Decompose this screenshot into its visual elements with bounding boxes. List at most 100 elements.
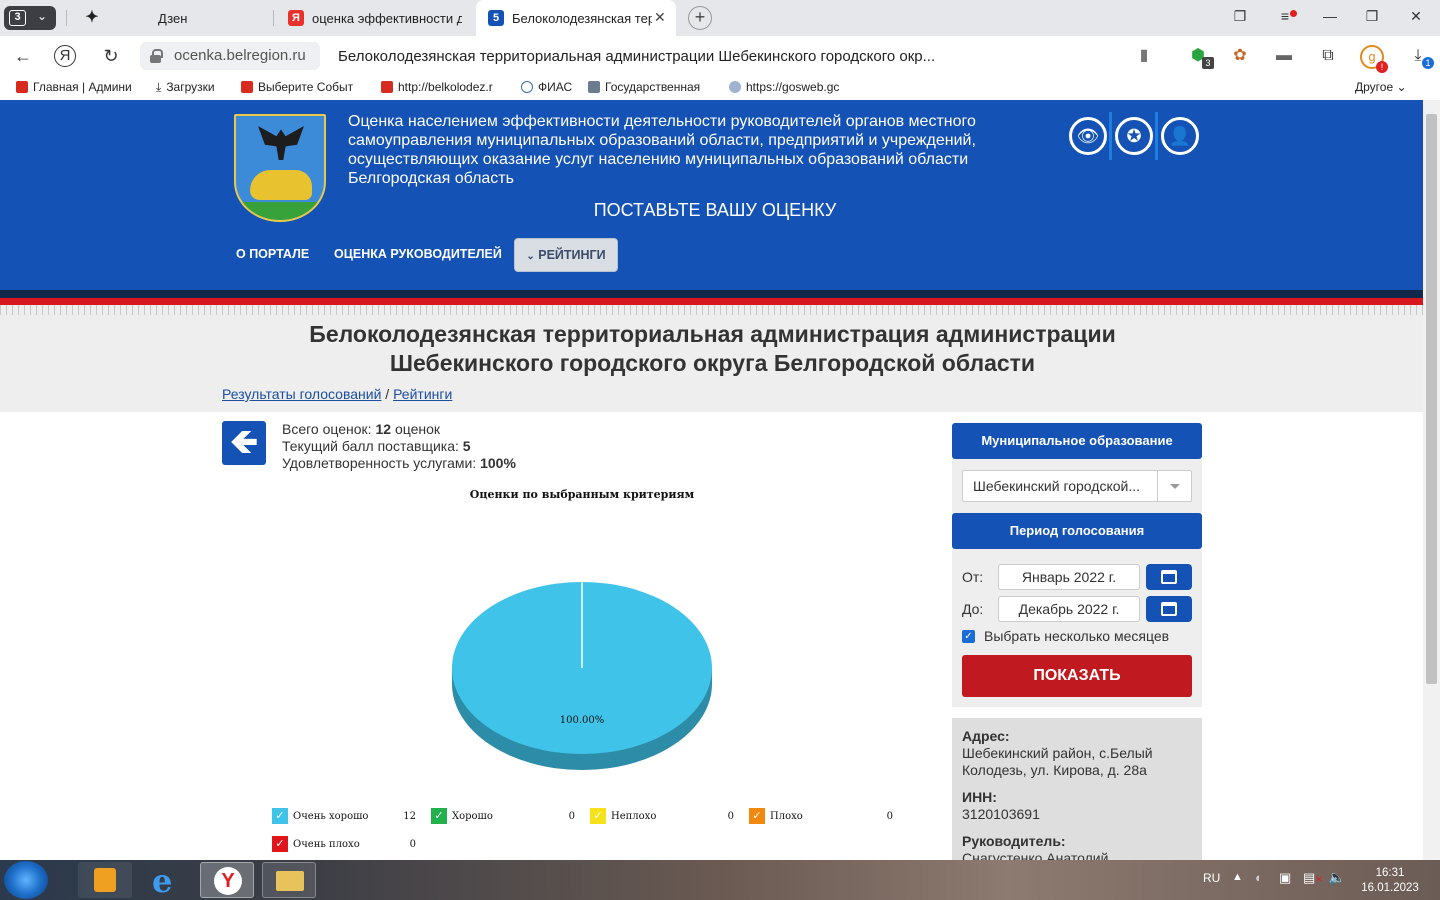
bookmark-item[interactable]: ФИАС [521, 80, 572, 94]
tab-ocenka-search[interactable]: Я оценка эффективности де [276, 0, 472, 36]
download-icon[interactable]: ⤓ 1 [1406, 45, 1434, 69]
bookmark-label: Государственная [605, 80, 701, 94]
download-badge: 1 [1422, 57, 1434, 69]
decorative-border [0, 305, 1423, 315]
media-player-icon[interactable] [78, 862, 132, 898]
yandex-icon: Я [288, 10, 304, 26]
lock-icon [150, 49, 163, 63]
legend-label: Плохо [770, 811, 803, 822]
menu-ratings[interactable]: ⌄ РЕЙТИНГИ [514, 238, 618, 272]
bookmark-item[interactable]: Главная | Админи [16, 80, 132, 94]
tab-belokolodez[interactable]: 5 Белоколодезянская тер ✕ [476, 0, 676, 36]
legend-checkbox-icon[interactable]: ✓ [272, 808, 288, 824]
windows-start-icon[interactable] [4, 861, 48, 899]
tab-title: оценка эффективности де [312, 11, 462, 26]
clock-date: 16.01.2023 [1361, 882, 1419, 894]
legend-item[interactable]: ✓ Очень плохо 0 [272, 836, 422, 854]
to-calendar-button[interactable] [1146, 596, 1192, 622]
legend-value: 0 [409, 839, 416, 850]
legend-checkbox-icon[interactable]: ✓ [272, 836, 288, 852]
menu-leaders[interactable]: ОЦЕНКА РУКОВОДИТЕЛЕЙ [334, 247, 502, 261]
user-icon[interactable]: 👤 [1161, 117, 1199, 155]
url-field[interactable]: ocenka.belregion.ru [140, 42, 320, 70]
eye-icon[interactable]: 👁 [1069, 117, 1107, 155]
clock-time: 16:31 [1375, 867, 1405, 879]
bookmark-label: https://gosweb.gc [746, 80, 840, 94]
legend-item[interactable]: ✓ Плохо 0 [749, 808, 899, 826]
municipality-select[interactable]: Шебекинский городской... [962, 470, 1192, 502]
menu-about[interactable]: О ПОРТАЛЕ [236, 247, 309, 261]
profile-icon[interactable]: g! [1360, 45, 1388, 73]
multi-month-checkbox[interactable]: ✓ [962, 630, 975, 643]
legend-checkbox-icon[interactable]: ✓ [749, 808, 765, 824]
legend-value: 0 [886, 811, 893, 822]
legend-item[interactable]: ✓ Хорошо 0 [431, 808, 581, 826]
tray-app-icon[interactable]: ◐ [1255, 870, 1263, 885]
close-icon[interactable]: ✕ [654, 9, 666, 26]
legend-label: Хорошо [452, 811, 493, 822]
bookmark-item[interactable]: http://belkolodez.r [381, 80, 493, 94]
pie-chart: 100.00% [452, 582, 712, 770]
tab-count-button[interactable]: 3 ⌄ [4, 6, 56, 30]
rating-stats: Всего оценок: 12 оценок Текущий балл пос… [282, 421, 516, 472]
to-label: До: [962, 601, 984, 617]
volume-icon[interactable]: 🔈 [1328, 869, 1345, 886]
bookmarks-panel-icon[interactable]: ❐ [1228, 8, 1252, 28]
breadcrumb-results-link[interactable]: Результаты голосований [222, 386, 381, 402]
legend-checkbox-icon[interactable]: ✓ [590, 808, 606, 824]
bookmark-item[interactable]: Выберите Событ [241, 80, 353, 94]
window-close-icon[interactable]: ✕ [1404, 8, 1428, 28]
chevron-down-icon: ⌄ [37, 9, 48, 23]
coat-of-arms-logo[interactable] [234, 114, 326, 222]
file-explorer-icon[interactable] [262, 862, 316, 898]
bookmark-icon[interactable]: ▮ [1132, 45, 1156, 67]
internet-explorer-icon[interactable]: e [140, 862, 194, 900]
bookmark-item[interactable]: https://gosweb.gc [729, 80, 839, 94]
system-clock[interactable]: 16:31 16.01.2023 [1352, 866, 1428, 896]
bookmark-item[interactable]: Государственная [588, 80, 700, 94]
municipality-header: Муниципальное образование [952, 423, 1202, 459]
site-5-icon: 5 [488, 10, 504, 26]
other-bookmarks[interactable]: Другое ⌄ [1355, 80, 1407, 94]
legend-label: Очень плохо [293, 839, 360, 850]
back-arrow-icon[interactable]: ← [10, 44, 36, 68]
extension-icon[interactable]: ▬ [1272, 45, 1296, 67]
collections-icon[interactable]: ⧉ [1316, 45, 1340, 67]
from-date-field[interactable]: Январь 2022 г. [998, 564, 1140, 590]
legend-item[interactable]: ✓ Неплохо 0 [590, 808, 740, 826]
tray-expand-icon[interactable]: ▲ [1232, 871, 1243, 883]
from-calendar-button[interactable] [1146, 564, 1192, 590]
legend-checkbox-icon[interactable]: ✓ [431, 808, 447, 824]
multi-month-label[interactable]: Выбрать несколько месяцев [984, 628, 1169, 644]
extension-icon[interactable]: ✿ [1228, 45, 1252, 67]
inn-value: 3120103691 [962, 806, 1040, 822]
bookmark-item[interactable]: ⤓ Загрузки [156, 80, 215, 95]
to-date-field[interactable]: Декабрь 2022 г. [998, 596, 1140, 622]
shield-extension-icon[interactable]: ⬢ 3 [1186, 45, 1214, 69]
legend-label: Очень хорошо [293, 811, 369, 822]
medal-icon[interactable]: ✪ [1115, 117, 1153, 155]
tab-count: 3 [9, 10, 26, 26]
calendar-icon [1161, 570, 1177, 584]
new-tab-button[interactable]: + [688, 6, 712, 30]
pie-data-label: 100.00% [560, 715, 605, 726]
restore-icon[interactable]: ❐ [1360, 8, 1384, 28]
back-arrow-button[interactable]: 🡸 [222, 421, 266, 465]
emblem-icon [729, 81, 741, 93]
tab-dzen[interactable]: ✦ Дзен [70, 0, 270, 36]
tray-display-icon[interactable]: ▣ [1279, 870, 1291, 886]
menu-icon[interactable]: ≡ [1273, 8, 1297, 28]
legend-item[interactable]: ✓ Очень хорошо 12 [272, 808, 422, 826]
tab-title: Белоколодезянская тер [512, 11, 652, 26]
breadcrumb-ratings-link[interactable]: Рейтинги [393, 386, 452, 402]
yandex-browser-icon[interactable]: Y [200, 862, 254, 898]
reload-icon[interactable]: ↻ [98, 44, 124, 68]
show-button[interactable]: ПОКАЗАТЬ [962, 655, 1192, 697]
language-indicator[interactable]: RU [1203, 871, 1220, 885]
yandex-logo-icon[interactable]: Я [54, 45, 76, 67]
rate-cta-link[interactable]: ПОСТАВЬТЕ ВАШУ ОЦЕНКУ [520, 199, 910, 221]
network-icon[interactable]: ▤✕ [1303, 870, 1323, 886]
minimize-icon[interactable]: — [1318, 8, 1342, 28]
address-block: Адрес: Шебекинский район, с.Белый Колоде… [962, 728, 1194, 779]
scrollbar-thumb[interactable] [1426, 114, 1437, 684]
